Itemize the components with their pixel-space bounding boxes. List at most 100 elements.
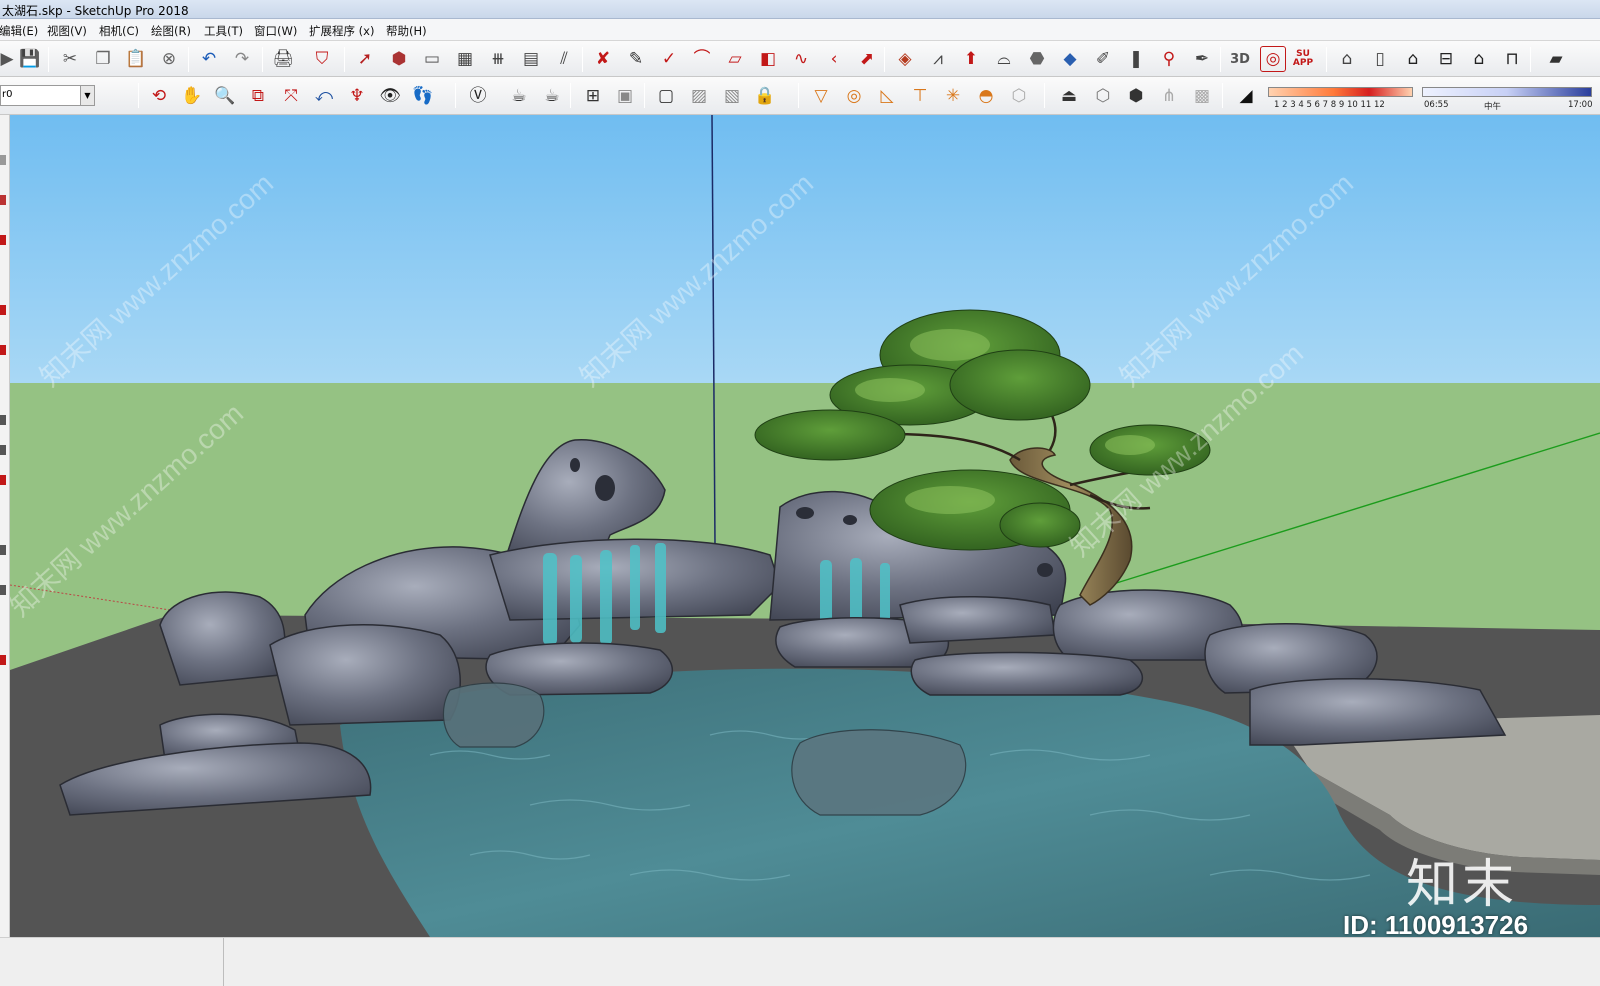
menu-window[interactable]: 窗口(W)	[254, 23, 297, 39]
circle-icon[interactable]: ◎	[841, 83, 867, 109]
offset-icon[interactable]: ‹	[821, 46, 847, 72]
shaded-icon[interactable]: ▨	[686, 83, 712, 109]
make-component-icon[interactable]: ⬢	[386, 46, 412, 72]
shelter-icon[interactable]: ⊓	[1499, 46, 1525, 72]
tool-marker[interactable]	[0, 445, 6, 455]
tick-icon[interactable]: ✓	[656, 46, 682, 72]
erase-icon[interactable]: ⊗	[156, 46, 182, 72]
camera-icon[interactable]: ⏏	[1056, 83, 1082, 109]
copy-icon[interactable]: ❐	[90, 46, 116, 72]
house-side-icon[interactable]: ⌂	[1334, 46, 1360, 72]
arc2-icon[interactable]: ⌓	[991, 46, 1017, 72]
dome-icon[interactable]: ◓	[973, 83, 999, 109]
tool-marker[interactable]	[0, 195, 6, 205]
shadow-time-slider[interactable]: 06:55 中午 17:00	[1422, 84, 1594, 112]
pin-icon[interactable]: ⚲	[1156, 46, 1182, 72]
tool-marker[interactable]	[0, 415, 6, 425]
home-icon[interactable]: ⌂	[1400, 46, 1426, 72]
house-icon[interactable]: ⌂	[1466, 46, 1492, 72]
previous-icon[interactable]: ⤺	[311, 83, 337, 109]
sheet-icon[interactable]: ▰	[1543, 46, 1569, 72]
tool-marker[interactable]	[0, 305, 6, 315]
garage-icon[interactable]: ⊟	[1433, 46, 1459, 72]
edit-icon[interactable]: ✐	[1090, 46, 1116, 72]
eraser-red-icon[interactable]: ▱	[722, 46, 748, 72]
menu-extensions[interactable]: 扩展程序 (x)	[309, 23, 374, 39]
book-open-icon[interactable]: ▯	[1367, 46, 1393, 72]
undo-icon[interactable]: ↶	[196, 46, 222, 72]
tool-marker[interactable]	[0, 545, 6, 555]
sandbox-icon[interactable]: ◆	[1057, 46, 1083, 72]
tool-marker[interactable]	[0, 345, 6, 355]
eraser-icon[interactable]: ◢	[1233, 83, 1259, 109]
save-icon[interactable]: 💾	[17, 46, 43, 72]
pen-icon[interactable]: ✒	[1189, 46, 1215, 72]
teapot-icon[interactable]: ☕	[506, 83, 532, 109]
look-around-icon[interactable]: 👁	[377, 83, 403, 109]
follow-me-icon[interactable]: ◧	[755, 46, 781, 72]
chevron-down-icon[interactable]: ▼	[80, 86, 94, 105]
check-red-icon[interactable]: ✘	[590, 46, 616, 72]
wireframe-icon[interactable]: ▣	[612, 83, 638, 109]
paint-icon[interactable]: ▭	[419, 46, 445, 72]
layer-dropdown[interactable]: r0 ▼	[0, 85, 95, 106]
print-icon[interactable]: 🖨	[270, 46, 296, 72]
redo-icon[interactable]: ↷	[229, 46, 255, 72]
menu-draw[interactable]: 绘图(R)	[151, 23, 191, 39]
tool-marker[interactable]	[0, 655, 6, 665]
xray-icon[interactable]: ⊞	[580, 83, 606, 109]
roof-icon[interactable]: ⩘	[925, 46, 951, 72]
su-app-icon[interactable]: SU APP	[1290, 46, 1316, 72]
cut-icon[interactable]: ✂	[57, 46, 83, 72]
cube-gray-icon[interactable]: ⬣	[1024, 46, 1050, 72]
teapot2-icon[interactable]: ☕	[539, 83, 565, 109]
section-icon[interactable]: ▽	[808, 83, 834, 109]
tool-marker[interactable]	[0, 235, 6, 245]
menu-tools[interactable]: 工具(T)	[204, 23, 243, 39]
zoom-window-icon[interactable]: ⧉	[245, 83, 271, 109]
push-red-icon[interactable]: ⬈	[854, 46, 880, 72]
stairs-icon[interactable]: ▤	[518, 46, 544, 72]
iso-icon[interactable]: ⬡	[1090, 83, 1116, 109]
arc-icon[interactable]: ⌒	[689, 46, 715, 72]
fence-icon[interactable]: ⧻	[485, 46, 511, 72]
menu-help[interactable]: 帮助(H)	[386, 23, 427, 39]
tool-marker[interactable]	[0, 585, 6, 595]
textured-icon[interactable]: ▧	[719, 83, 745, 109]
tool-marker[interactable]	[0, 475, 6, 485]
layers-icon[interactable]: ◎	[1260, 46, 1286, 72]
pencil-icon[interactable]: ✎	[623, 46, 649, 72]
orbit-icon[interactable]: ⟲	[146, 83, 172, 109]
fog-icon[interactable]: ▩	[1189, 83, 1215, 109]
sphere-icon[interactable]: ⬡	[1006, 83, 1032, 109]
extrude-icon[interactable]: ⬆	[958, 46, 984, 72]
grid-icon[interactable]: ▦	[452, 46, 478, 72]
position-camera-icon[interactable]: ♆	[344, 83, 370, 109]
books-icon[interactable]: ❚	[1123, 46, 1149, 72]
protractor-icon[interactable]: ◺	[874, 83, 900, 109]
material-box-icon[interactable]: ◈	[892, 46, 918, 72]
path-icon[interactable]: ∿	[788, 46, 814, 72]
walk-icon[interactable]: 👣	[410, 83, 436, 109]
model-viewport[interactable]: 知末网 www.znzmo.com 知末网 www.znzmo.com 知末网 …	[10, 115, 1600, 937]
lock-icon[interactable]: 🔒	[752, 83, 778, 109]
ruler-icon[interactable]: ⫽	[551, 46, 577, 72]
select-icon[interactable]: ➚	[352, 46, 378, 72]
box-icon[interactable]: ⬢	[1123, 83, 1149, 109]
light-icon[interactable]: ✳	[940, 83, 966, 109]
zoom-extents-icon[interactable]: ⤧	[278, 83, 304, 109]
menu-edit[interactable]: 编辑(E)	[0, 23, 38, 39]
shadow-date-slider[interactable]: 1 2 3 4 5 6 7 8 9 10 11 12	[1268, 84, 1416, 112]
paste-doc-icon[interactable]: 📋	[123, 46, 149, 72]
tool-marker[interactable]	[0, 155, 6, 165]
pan-icon[interactable]: ✋	[179, 83, 205, 109]
menu-view[interactable]: 视图(V)	[47, 23, 87, 39]
grass-icon[interactable]: ⋔	[1156, 83, 1182, 109]
menu-camera[interactable]: 相机(C)	[99, 23, 139, 39]
zoom-icon[interactable]: 🔍	[212, 83, 238, 109]
axes-icon[interactable]: ⊤	[907, 83, 933, 109]
model-info-icon[interactable]: ⛉	[309, 46, 335, 72]
vray-icon[interactable]: Ⓥ	[465, 83, 491, 109]
3d-icon[interactable]: 3D	[1227, 46, 1253, 72]
hidden-line-icon[interactable]: ▢	[653, 83, 679, 109]
